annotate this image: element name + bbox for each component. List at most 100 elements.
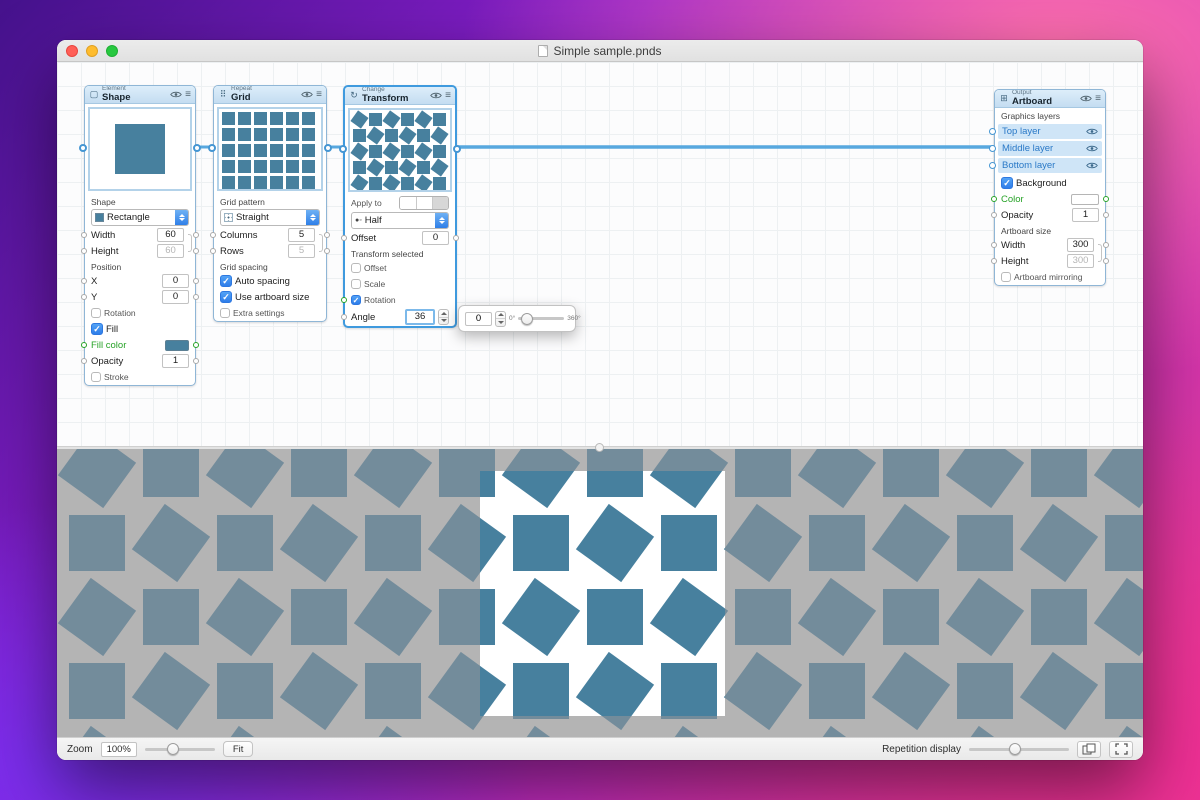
x-output-port[interactable] [193, 278, 199, 284]
artboard-mirroring-checkbox[interactable] [1001, 272, 1011, 282]
height-input-port[interactable] [81, 248, 87, 254]
bottom-layer-input-port[interactable] [989, 162, 996, 169]
shape-node[interactable]: ▢ Element Shape ≡ Shape Rectangle [84, 85, 196, 386]
opacity-input-port[interactable] [81, 358, 87, 364]
zoom-slider[interactable] [145, 743, 215, 756]
color-input-port[interactable] [991, 196, 997, 202]
width-field[interactable]: 60 [157, 228, 184, 242]
slider-knob[interactable] [521, 313, 533, 325]
color-output-port[interactable] [1103, 196, 1109, 202]
divider-handle[interactable] [595, 443, 604, 452]
columns-output-port[interactable] [324, 232, 330, 238]
titlebar[interactable]: Simple sample.pnds [57, 40, 1143, 62]
shape-input-port[interactable] [79, 144, 87, 152]
pattern-preview-pane[interactable] [57, 449, 1143, 737]
visibility-eye-icon[interactable] [430, 91, 442, 100]
shape-output-port[interactable] [193, 144, 201, 152]
auto-spacing-checkbox[interactable]: ✓ [220, 275, 232, 287]
grid-input-port[interactable] [208, 144, 216, 152]
fill-checkbox[interactable]: ✓ [91, 323, 103, 335]
fullscreen-button[interactable] [1109, 741, 1133, 758]
popover-stepper[interactable] [495, 311, 506, 327]
artboard-width-output-port[interactable] [1103, 242, 1109, 248]
grid-pattern-dropdown[interactable]: Straight [220, 209, 320, 226]
shape-type-dropdown[interactable]: Rectangle [91, 209, 189, 226]
rows-field[interactable]: 5 [288, 244, 315, 258]
artboard-opacity-input-port[interactable] [991, 212, 997, 218]
y-input-port[interactable] [81, 294, 87, 300]
artboard-height-output-port[interactable] [1103, 258, 1109, 264]
popover-value-field[interactable]: 0 [465, 312, 492, 326]
layer-row-middle[interactable]: Middle layer [998, 141, 1102, 156]
apply-all-segment[interactable] [400, 197, 416, 209]
offset-input-port[interactable] [341, 235, 347, 241]
artboard-height-input-port[interactable] [991, 258, 997, 264]
rotation-input-port[interactable] [341, 297, 347, 303]
slider-knob[interactable] [1009, 743, 1021, 755]
artboard-wh-link[interactable] [1098, 244, 1102, 262]
visibility-eye-icon[interactable] [301, 90, 313, 99]
angle-input-port[interactable] [341, 314, 347, 320]
offset-field[interactable]: 0 [422, 231, 449, 245]
rotation-checkbox[interactable] [91, 308, 101, 318]
height-field[interactable]: 60 [157, 244, 184, 258]
stroke-checkbox[interactable] [91, 372, 101, 382]
fill-color-input-port[interactable] [81, 342, 87, 348]
angle-stepper[interactable] [438, 309, 449, 325]
columns-field[interactable]: 5 [288, 228, 315, 242]
x-field[interactable]: 0 [162, 274, 189, 288]
popover-angle-slider[interactable] [518, 312, 564, 325]
node-menu-icon[interactable]: ≡ [1095, 94, 1101, 104]
rows-input-port[interactable] [210, 248, 216, 254]
transform-scale-checkbox[interactable] [351, 279, 361, 289]
repetition-slider[interactable] [969, 743, 1069, 756]
extra-settings-checkbox[interactable] [220, 308, 230, 318]
pane-divider[interactable] [57, 446, 1143, 449]
layer-row-bottom[interactable]: Bottom layer [998, 158, 1102, 173]
grid-output-port[interactable] [324, 144, 332, 152]
artboard-node-header[interactable]: ⊞ Output Artboard ≡ [995, 90, 1105, 108]
y-field[interactable]: 0 [162, 290, 189, 304]
use-artboard-size-checkbox[interactable]: ✓ [220, 291, 232, 303]
opacity-field[interactable]: 1 [162, 354, 189, 368]
fill-color-output-port[interactable] [193, 342, 199, 348]
artboard-width-input-port[interactable] [991, 242, 997, 248]
transform-node[interactable]: ↻ Change Transform ≡ Apply to [343, 85, 457, 328]
fit-button[interactable]: Fit [223, 741, 254, 757]
apply-pattern-segment[interactable] [416, 197, 432, 209]
layer-eye-icon[interactable] [1086, 127, 1098, 136]
zoom-field[interactable]: 100% [101, 742, 137, 757]
artboard-width-field[interactable]: 300 [1067, 238, 1094, 252]
transform-offset-checkbox[interactable] [351, 263, 361, 273]
y-output-port[interactable] [193, 294, 199, 300]
middle-layer-input-port[interactable] [989, 145, 996, 152]
width-output-port[interactable] [193, 232, 199, 238]
columns-rows-link[interactable] [319, 234, 323, 252]
visibility-eye-icon[interactable] [170, 90, 182, 99]
node-menu-icon[interactable]: ≡ [316, 90, 322, 100]
artboard-opacity-output-port[interactable] [1103, 212, 1109, 218]
node-menu-icon[interactable]: ≡ [445, 91, 451, 101]
top-layer-input-port[interactable] [989, 128, 996, 135]
transform-output-port[interactable] [453, 145, 461, 153]
offset-output-port[interactable] [453, 235, 459, 241]
artboard-node[interactable]: ⊞ Output Artboard ≡ Graphics layers Top … [994, 89, 1106, 286]
fill-color-swatch[interactable] [165, 340, 189, 351]
grid-node-header[interactable]: ⠿ Repeat Grid ≡ [214, 86, 326, 104]
node-menu-icon[interactable]: ≡ [185, 90, 191, 100]
transform-mode-dropdown[interactable]: ●◦ Half [351, 212, 449, 229]
opacity-output-port[interactable] [193, 358, 199, 364]
node-canvas[interactable]: ▢ Element Shape ≡ Shape Rectangle [57, 62, 1143, 446]
repetition-toggle-button[interactable] [1077, 741, 1101, 758]
transform-input-port[interactable] [339, 145, 347, 153]
shape-node-header[interactable]: ▢ Element Shape ≡ [85, 86, 195, 104]
background-color-swatch[interactable] [1071, 194, 1099, 205]
width-input-port[interactable] [81, 232, 87, 238]
layer-eye-icon[interactable] [1086, 144, 1098, 153]
angle-field[interactable]: 36 [405, 309, 435, 325]
minimize-window-button[interactable] [86, 45, 98, 57]
apply-selection-segment[interactable] [432, 197, 448, 209]
layer-row-top[interactable]: Top layer [998, 124, 1102, 139]
grid-node[interactable]: ⠿ Repeat Grid ≡ Grid pattern Straight [213, 85, 327, 322]
rows-output-port[interactable] [324, 248, 330, 254]
